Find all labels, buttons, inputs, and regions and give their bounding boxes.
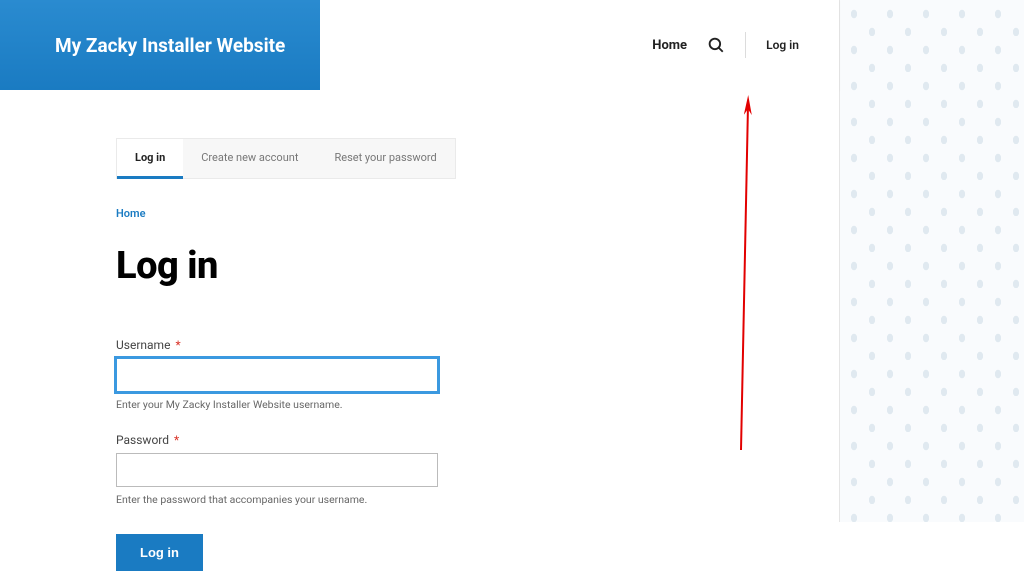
divider xyxy=(745,32,746,58)
auth-tabs: Log in Create new account Reset your pas… xyxy=(116,138,456,179)
password-group: Password * Enter the password that accom… xyxy=(116,429,839,506)
tab-create-account[interactable]: Create new account xyxy=(183,139,316,178)
password-label: Password * xyxy=(116,433,179,447)
site-header: My Zacky Installer Website Home Log in xyxy=(0,0,839,90)
username-field[interactable] xyxy=(116,358,438,392)
page-title: Log in xyxy=(116,244,839,288)
username-group: Username * Enter your My Zacky Installer… xyxy=(116,334,839,411)
password-label-text: Password xyxy=(116,433,169,447)
tab-login[interactable]: Log in xyxy=(117,139,183,179)
brand-block: My Zacky Installer Website xyxy=(0,0,320,90)
required-indicator: * xyxy=(175,338,180,352)
username-label-text: Username xyxy=(116,338,170,352)
search-icon[interactable] xyxy=(707,36,725,54)
main-content: Log in Create new account Reset your pas… xyxy=(0,90,839,571)
password-help: Enter the password that accompanies your… xyxy=(116,493,839,506)
required-indicator: * xyxy=(174,433,179,447)
breadcrumb[interactable]: Home xyxy=(116,207,839,220)
username-label: Username * xyxy=(116,338,181,352)
background-pattern xyxy=(839,0,1024,522)
tab-reset-password[interactable]: Reset your password xyxy=(316,139,454,178)
login-form: Username * Enter your My Zacky Installer… xyxy=(116,334,839,571)
login-button[interactable]: Log in xyxy=(116,534,203,571)
username-help: Enter your My Zacky Installer Website us… xyxy=(116,398,839,411)
site-title[interactable]: My Zacky Installer Website xyxy=(55,34,285,57)
header-nav: Home Log in xyxy=(320,0,839,90)
password-field[interactable] xyxy=(116,453,438,487)
nav-home-link[interactable]: Home xyxy=(652,38,687,53)
nav-login-link[interactable]: Log in xyxy=(766,38,799,52)
